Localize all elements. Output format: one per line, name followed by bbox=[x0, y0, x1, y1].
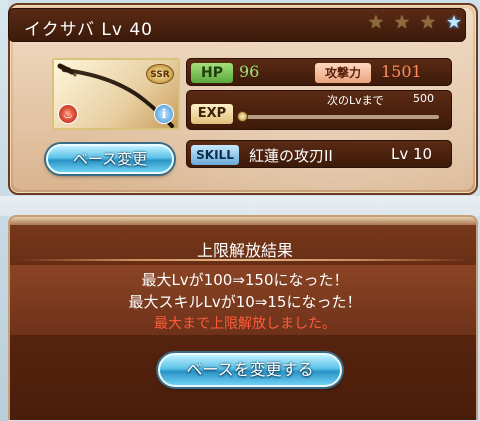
weapon-thumbnail[interactable]: SSR ♨ i bbox=[52, 58, 180, 130]
exp-next-label: 次のLvまで bbox=[327, 94, 384, 107]
hp-value: 96 bbox=[239, 62, 260, 81]
hp-label: HP bbox=[191, 63, 233, 83]
exp-progress-knob bbox=[237, 111, 248, 122]
dialog-body: 最大Lvが100⇒150になった！ 最大スキルLvが10⇒15になった！ 最大ま… bbox=[10, 265, 476, 335]
skill-row: SKILL 紅蓮の攻刃II Lv 10 bbox=[186, 140, 452, 168]
star-icon: ★ bbox=[445, 12, 463, 33]
background-divider bbox=[0, 196, 480, 216]
result-line-max-level: 最大Lvが100⇒150になった！ bbox=[141, 271, 349, 289]
exp-label: EXP bbox=[191, 104, 233, 124]
star-icon: ★ bbox=[393, 12, 411, 33]
dialog-title: 上限解放結果 bbox=[196, 241, 293, 260]
result-line-fully-uncapped: 最大まで上限解放しました。 bbox=[154, 316, 336, 332]
result-line-max-skill-level: 最大スキルLvが10⇒15になった！ bbox=[128, 293, 362, 311]
attack-label: 攻撃力 bbox=[315, 63, 371, 83]
change-base-dialog-button[interactable]: ベースを変更する bbox=[158, 353, 342, 387]
skill-level: Lv 10 bbox=[391, 145, 433, 163]
exp-row: 次のLvまで 500 EXP bbox=[186, 90, 452, 130]
exp-next-value: 500 bbox=[413, 92, 434, 105]
exp-progress-bar bbox=[243, 115, 439, 119]
weapon-name-level: イクサバ Lv 40 bbox=[24, 20, 153, 40]
star-icon: ★ bbox=[367, 12, 385, 33]
skill-label: SKILL bbox=[191, 145, 239, 165]
info-icon[interactable]: i bbox=[154, 104, 174, 124]
ssr-rarity-badge: SSR bbox=[146, 64, 174, 84]
skill-name: 紅蓮の攻刃II bbox=[249, 147, 333, 165]
change-base-button[interactable]: ベース変更 bbox=[46, 144, 174, 174]
star-icon: ★ bbox=[419, 12, 437, 33]
fire-element-icon: ♨ bbox=[58, 104, 78, 124]
attack-value: 1501 bbox=[381, 62, 422, 81]
uncap-result-dialog: 上限解放結果 最大Lvが100⇒150になった！ 最大スキルLvが10⇒15にな… bbox=[8, 215, 478, 420]
dialog-divider bbox=[16, 259, 470, 261]
stats-row: HP 96 攻撃力 1501 bbox=[186, 58, 452, 86]
